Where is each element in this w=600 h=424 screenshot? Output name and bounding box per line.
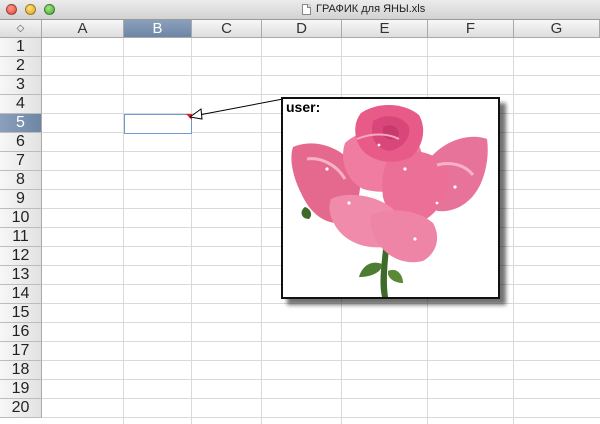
rose-image	[291, 104, 488, 297]
minimize-window-button[interactable]	[25, 4, 36, 15]
comment-box[interactable]: user:	[281, 97, 500, 299]
close-window-button[interactable]	[6, 4, 17, 15]
window-title: ГРАФИК для ЯНЫ.xls	[316, 3, 426, 15]
window-titlebar: ГРАФИК для ЯНЫ.xls	[0, 0, 600, 20]
zoom-window-button[interactable]	[44, 4, 55, 15]
document-icon	[302, 4, 311, 15]
spreadsheet: ◇ A B C D E F G 1 2 3 4 5 6 7 8 9 10 11 …	[0, 20, 600, 424]
